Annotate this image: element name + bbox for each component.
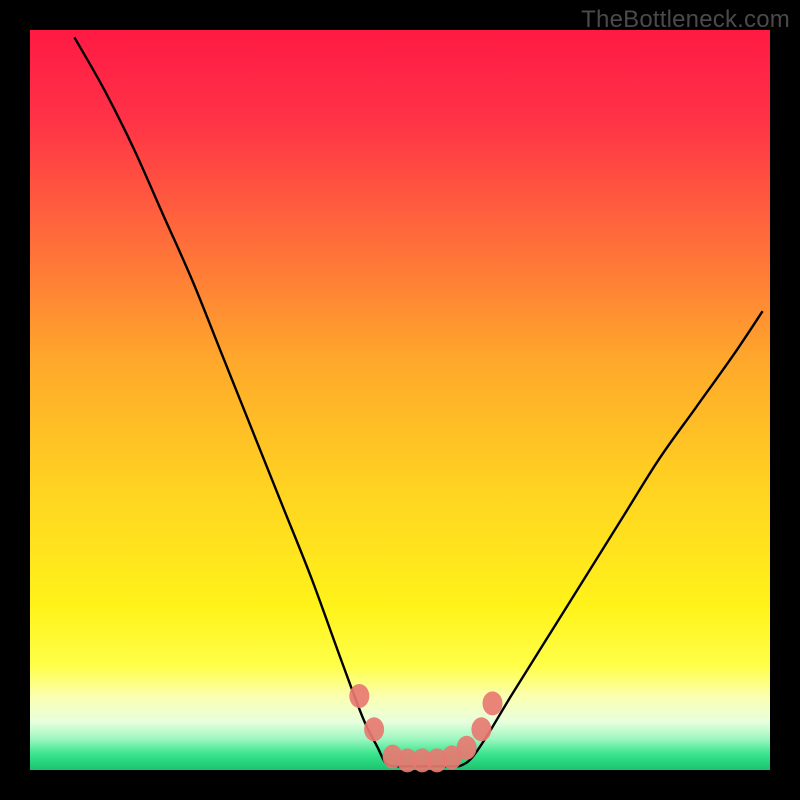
plot-background (30, 30, 770, 770)
chart-svg (0, 0, 800, 800)
data-marker (457, 736, 477, 760)
data-marker (364, 717, 384, 741)
data-marker (349, 684, 369, 708)
watermark-text: TheBottleneck.com (581, 6, 790, 34)
data-marker (471, 717, 491, 741)
chart-frame: TheBottleneck.com (0, 0, 800, 800)
data-marker (483, 691, 503, 715)
